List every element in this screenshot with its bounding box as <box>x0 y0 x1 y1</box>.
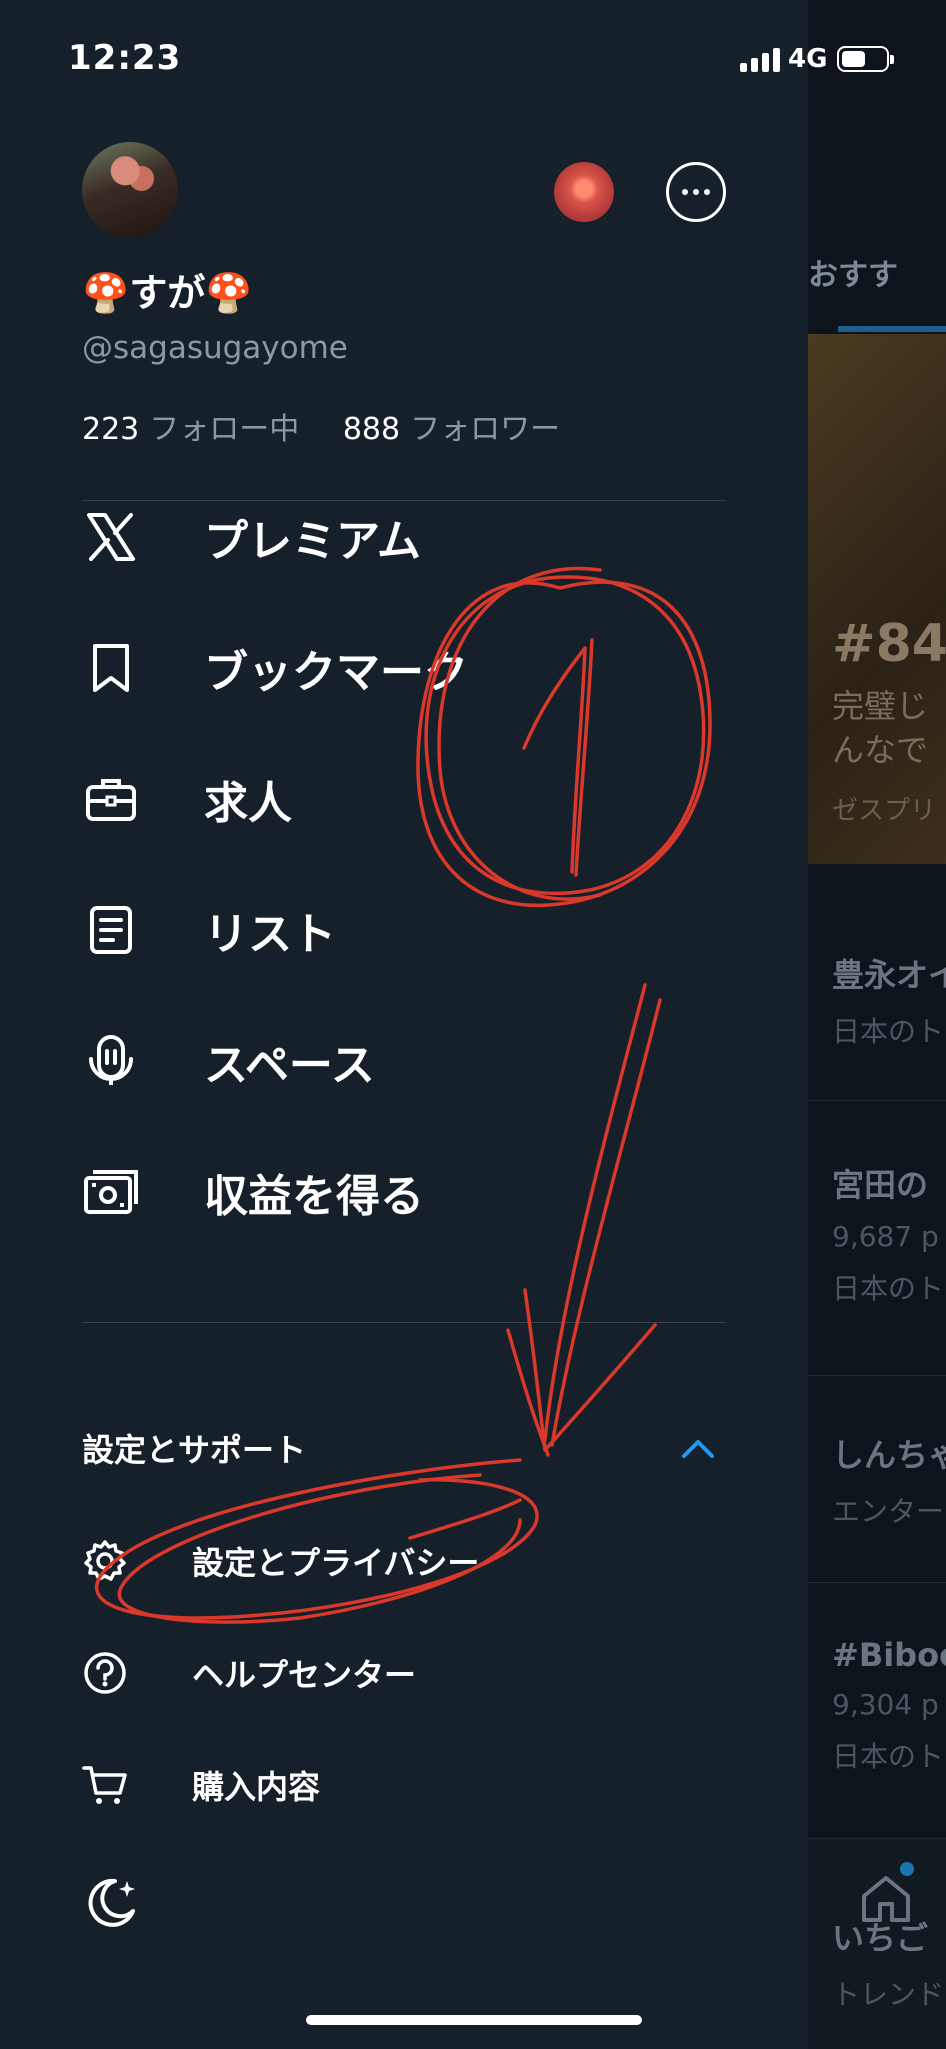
background-hero-source: ゼスプリ <box>832 796 937 826</box>
followers-count: 888 <box>342 412 401 447</box>
settings-support-toggle[interactable]: 設定とサポート <box>82 1418 726 1478</box>
home-indicator <box>306 2015 642 2025</box>
trend-title: 宮田の <box>832 1166 929 1204</box>
menu-item-label: 収益を得る <box>204 1171 424 1222</box>
background-divider <box>808 1582 946 1583</box>
background-trend-item: いちご トレンド <box>832 1913 944 2013</box>
display-name[interactable]: 🍄すが🍄 <box>82 262 253 317</box>
gear-icon <box>82 1538 128 1584</box>
background-divider <box>808 1375 946 1376</box>
menu-item-label: スペース <box>204 1040 375 1091</box>
x-logo-icon <box>82 508 140 566</box>
battery-icon <box>837 46 895 72</box>
background-trend-item: 豊永オイ 日本のト <box>832 950 946 1050</box>
more-options-button[interactable] <box>666 162 726 222</box>
trend-sub: 日本のト <box>832 1740 945 1773</box>
background-hero-title: #84 <box>832 614 946 674</box>
purchases-label: 購入内容 <box>192 1768 321 1806</box>
help-center-item[interactable]: ヘルプセンター <box>82 1638 682 1708</box>
menu-item-premium[interactable]: プレミアム <box>82 492 722 582</box>
account-switch-avatar[interactable] <box>554 162 614 222</box>
background-hero-desc-line: 完璧じ <box>832 687 929 725</box>
background-trend-item: 宮田の 9,687 p 日本のト <box>832 1160 944 1307</box>
menu-item-label: ブックマーク <box>204 647 468 698</box>
following-link[interactable]: 223 フォロー中 <box>82 412 309 447</box>
cart-icon <box>82 1762 128 1808</box>
money-icon <box>82 1163 140 1221</box>
bookmark-icon <box>82 639 140 697</box>
side-drawer: 12:23 4G 🍄すが🍄 @sagasugayome 223 フォロー中 888… <box>0 0 895 2048</box>
follow-stats: 223 フォロー中 888 フォロワー <box>82 404 560 448</box>
trend-sub: トレンド <box>832 1978 945 2011</box>
settings-privacy-item[interactable]: 設定とプライバシー <box>82 1526 682 1596</box>
menu-item-bookmarks[interactable]: ブックマーク <box>82 623 722 713</box>
user-handle: @sagasugayome <box>82 330 348 366</box>
trend-sub: 日本のト <box>832 1272 945 1305</box>
trend-sub: 9,304 p <box>832 1688 939 1721</box>
purchases-item[interactable]: 購入内容 <box>82 1750 682 1820</box>
trend-title: しんちゃ <box>832 1436 946 1474</box>
background-hero-desc-line: んなで <box>832 731 929 769</box>
menu-item-label: 求人 <box>204 778 292 829</box>
theme-toggle-button[interactable] <box>82 1872 142 1932</box>
settings-support-title: 設定とサポート <box>82 1431 307 1469</box>
settings-privacy-label: 設定とプライバシー <box>192 1544 480 1582</box>
background-tab-indicator <box>838 326 946 332</box>
trend-title: 豊永オイ <box>832 956 946 994</box>
list-icon <box>82 901 140 959</box>
home-icon <box>862 1876 910 1922</box>
divider <box>82 1322 726 1323</box>
signal-icon <box>740 46 780 72</box>
network-type: 4G <box>788 44 828 74</box>
menu-item-label: プレミアム <box>204 516 421 567</box>
chevron-up-icon <box>682 1440 714 1458</box>
menu-item-jobs[interactable]: 求人 <box>82 754 722 844</box>
menu-item-spaces[interactable]: スペース <box>82 1016 722 1106</box>
background-divider <box>808 1100 946 1101</box>
spaces-mic-icon <box>82 1032 140 1090</box>
following-count: 223 <box>82 412 140 447</box>
status-indicators: 4G <box>740 42 895 76</box>
background-trend-item: しんちゃ エンター <box>832 1430 946 1530</box>
background-trend-item: #Biboo 9,304 p 日本のト <box>832 1636 946 1775</box>
help-icon <box>82 1650 128 1696</box>
avatar[interactable] <box>82 142 178 238</box>
trend-title: #Biboo <box>832 1636 946 1674</box>
status-time: 12:23 <box>68 38 182 78</box>
trend-sub: 日本のト <box>832 1015 945 1048</box>
menu-item-monetization[interactable]: 収益を得る <box>82 1147 722 1237</box>
following-label: フォロー中 <box>149 412 300 447</box>
trend-sub: エンター <box>832 1495 945 1528</box>
background-tab-recommended: おすす <box>808 258 898 293</box>
notification-dot <box>900 1862 914 1876</box>
followers-label: フォロワー <box>410 412 561 447</box>
background-hero-desc: 完璧じ んなで <box>832 684 928 772</box>
briefcase-icon <box>82 770 140 828</box>
menu-item-lists[interactable]: リスト <box>82 885 722 975</box>
followers-link[interactable]: 888 フォロワー <box>343 412 560 447</box>
help-center-label: ヘルプセンター <box>192 1656 417 1694</box>
moon-icon <box>88 1878 135 1927</box>
background-promoted-hero: #84 完璧じ んなで ゼスプリ <box>808 334 946 864</box>
menu-item-label: リスト <box>204 909 336 960</box>
trend-sub: 9,687 p <box>832 1220 939 1253</box>
